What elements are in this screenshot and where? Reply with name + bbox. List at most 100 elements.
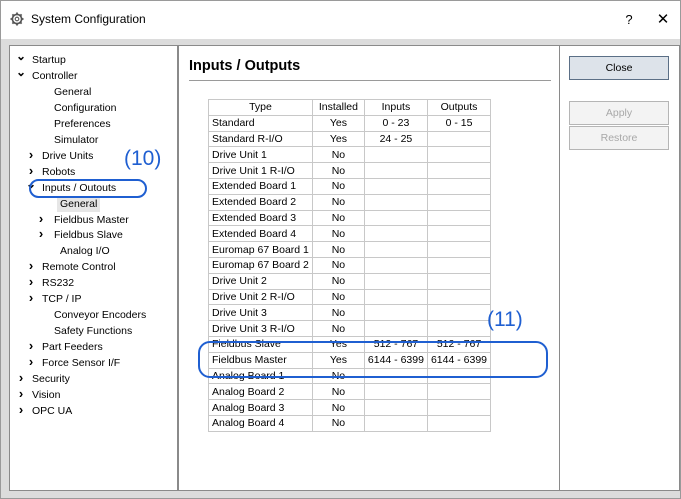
cell-type: Standard: [208, 114, 313, 132]
system-configuration-window: System Configuration ? ✕ ⌄ Startup ⌄ Contro…: [0, 0, 681, 499]
cell-installed: No: [311, 209, 365, 227]
cell-outputs: [426, 177, 492, 195]
table-row[interactable]: Euromap 67 Board 1 No: [208, 241, 492, 258]
close-button[interactable]: Close: [569, 56, 669, 80]
cell-installed: Yes: [311, 114, 365, 132]
tree-item-label: Robots: [42, 165, 76, 178]
chevron-right-icon[interactable]: ›: [16, 386, 26, 402]
callout-10: (10): [124, 147, 162, 170]
tree-item-label: Part Feeders: [42, 341, 103, 354]
tree-item-label: General: [54, 85, 92, 98]
chevron-right-icon[interactable]: ›: [16, 402, 26, 418]
chevron-right-icon[interactable]: ›: [26, 290, 36, 306]
cell-inputs: [363, 320, 428, 337]
tree-item-label: Fieldbus Slave: [54, 229, 123, 242]
cell-outputs: [426, 304, 492, 322]
table-row[interactable]: Drive Unit 1 No: [208, 146, 492, 164]
table-row[interactable]: Extended Board 1 No: [208, 177, 492, 195]
cell-installed: No: [311, 414, 365, 432]
help-button[interactable]: ?: [617, 9, 641, 31]
chevron-right-icon[interactable]: ›: [26, 354, 36, 370]
cell-inputs: [363, 225, 428, 243]
tree-item[interactable]: ⌄ Controller: [10, 65, 175, 84]
cell-outputs: [426, 162, 492, 179]
chevron-down-icon[interactable]: ⌄: [16, 64, 26, 80]
tree-item[interactable]: › RS232: [10, 274, 175, 291]
cell-installed: No: [311, 383, 365, 401]
table-row[interactable]: Analog Board 4 No: [208, 414, 492, 432]
cell-inputs: [363, 383, 428, 401]
tree-item[interactable]: › Fieldbus Slave: [10, 226, 175, 243]
tree-item[interactable]: › Remote Control: [10, 258, 175, 275]
tree-item[interactable]: Simulator: [10, 132, 175, 148]
cell-inputs: [363, 177, 428, 195]
table-row[interactable]: Analog Board 2 No: [208, 383, 492, 401]
cell-outputs: [426, 130, 492, 148]
tree-item[interactable]: › Fieldbus Master: [10, 211, 175, 228]
callout-11: (11): [487, 308, 523, 331]
chevron-right-icon[interactable]: ›: [36, 226, 46, 242]
tree-item[interactable]: › TCP / IP: [10, 290, 175, 307]
chevron-right-icon[interactable]: ›: [36, 211, 46, 227]
tree-item[interactable]: ⌄ Startup: [10, 49, 175, 68]
cell-outputs: [426, 241, 492, 258]
chevron-down-icon[interactable]: ⌄: [16, 48, 26, 64]
page-title: Inputs / Outputs: [189, 58, 301, 74]
table-row[interactable]: Extended Board 2 No: [208, 193, 492, 211]
tree-item-label: Simulator: [54, 133, 99, 146]
cell-installed: No: [311, 272, 365, 290]
cell-type: Analog Board 4: [208, 414, 313, 432]
cell-inputs: [363, 209, 428, 227]
table-row[interactable]: Extended Board 4 No: [208, 225, 492, 243]
tree-item-label: Controller: [32, 69, 78, 82]
cell-installed: No: [311, 162, 365, 179]
cell-outputs: [426, 146, 492, 164]
table-row[interactable]: Drive Unit 3 R-I/O No: [208, 320, 492, 337]
cell-outputs: [426, 272, 492, 290]
cell-inputs: [363, 193, 428, 211]
cell-installed: No: [311, 304, 365, 322]
tree-item[interactable]: › Force Sensor I/F: [10, 354, 175, 371]
tree-item[interactable]: › OPC UA: [10, 402, 175, 419]
apply-button[interactable]: Apply: [569, 101, 669, 125]
table-row[interactable]: Standard Yes 0 - 23 0 - 15: [208, 114, 492, 132]
cell-type: Euromap 67 Board 1: [208, 241, 313, 258]
tree-item[interactable]: Safety Functions: [10, 323, 175, 339]
tree-item-label: Security: [32, 373, 70, 385]
chevron-right-icon[interactable]: ›: [26, 338, 36, 354]
cell-outputs: [426, 193, 492, 211]
settings-tree: ⌄ Startup ⌄ Controller General Configuration P…: [9, 45, 178, 491]
tree-item[interactable]: › Part Feeders: [10, 338, 175, 355]
table-row[interactable]: Drive Unit 2 No: [208, 272, 492, 290]
tree-item[interactable]: Analog I/O: [10, 243, 175, 259]
cell-installed: No: [311, 256, 365, 274]
table-row[interactable]: Drive Unit 1 R-I/O No: [208, 162, 492, 179]
chevron-right-icon[interactable]: ›: [16, 370, 26, 386]
chevron-right-icon[interactable]: ›: [26, 274, 36, 290]
cell-installed: No: [311, 225, 365, 243]
tree-item[interactable]: Configuration: [10, 100, 175, 116]
tree-item-label: Force Sensor I/F: [42, 357, 121, 370]
restore-button[interactable]: Restore: [569, 126, 669, 150]
table-row[interactable]: Drive Unit 2 R-I/O No: [208, 288, 492, 306]
cell-outputs: 0 - 15: [426, 114, 492, 132]
cell-outputs: [426, 225, 492, 243]
table-row[interactable]: Drive Unit 3 No: [208, 304, 492, 322]
tree-item[interactable]: General: [10, 84, 175, 100]
table-row[interactable]: Euromap 67 Board 2 No: [208, 256, 492, 274]
chevron-right-icon[interactable]: ›: [26, 147, 36, 163]
tree-item[interactable]: Preferences: [10, 116, 175, 132]
table-row[interactable]: Standard R-I/O Yes 24 - 25: [208, 130, 492, 148]
cell-outputs: [426, 399, 492, 416]
tree-item[interactable]: Conveyor Encoders: [10, 307, 175, 323]
gear-icon: [10, 12, 24, 26]
table-row[interactable]: Analog Board 3 No: [208, 399, 492, 416]
tree-item[interactable]: › Security: [10, 370, 175, 387]
table-row[interactable]: Extended Board 3 No: [208, 209, 492, 227]
close-window-button[interactable]: ✕: [651, 9, 675, 31]
tree-item-label: Vision: [32, 388, 61, 401]
chevron-right-icon[interactable]: ›: [26, 258, 36, 274]
settings-page: Inputs / Outputs Type Installed Inputs O…: [178, 45, 560, 491]
tree-item[interactable]: › Vision: [10, 386, 175, 403]
cell-type: Analog Board 3: [208, 399, 313, 416]
